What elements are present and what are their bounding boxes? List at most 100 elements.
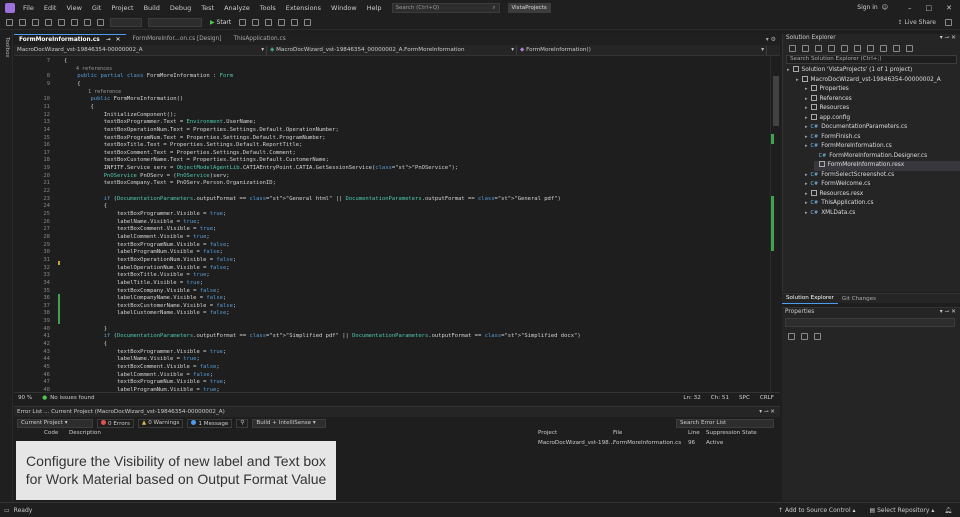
menu-item-debug[interactable]: Debug [170, 4, 191, 12]
expand-arrow-icon[interactable]: ▸ [805, 115, 808, 121]
tree-item[interactable]: C# FormMoreInformation.Designer.cs [814, 152, 928, 162]
collapse-all-icon[interactable] [880, 44, 887, 52]
code-line[interactable]: textBoxCustomerName.Visible = false; [64, 303, 764, 311]
code-line[interactable]: textBoxComment.Visible = false; [64, 364, 764, 372]
member-dropdown[interactable]: ◆ FormMoreInformation() ▾ [517, 45, 767, 55]
code-editor[interactable]: 7 8 9 10 11 12 13 14 15 16 17 18 19 20 21 22 23 24 25 26 27 2… [14, 56, 780, 392]
expand-arrow-icon[interactable]: ▸ [787, 67, 790, 73]
platform-dropdown[interactable] [148, 17, 202, 27]
expand-arrow-icon[interactable]: ▸ [796, 77, 799, 83]
toolbox-strip[interactable]: Toolbox [0, 31, 13, 501]
redo-icon[interactable] [97, 18, 104, 26]
expand-arrow-icon[interactable]: ▸ [805, 105, 808, 111]
code-line[interactable]: labelComment.Visible = false; [64, 372, 764, 380]
forward-icon[interactable] [19, 18, 26, 26]
sign-in-link[interactable]: Sign in [857, 4, 877, 11]
close-icon[interactable]: ✕ [946, 4, 952, 12]
tree-item[interactable]: ▸ Solution 'VistaProjects' (1 of 1 projec… [787, 66, 912, 76]
menu-item-file[interactable]: File [23, 4, 34, 12]
expand-arrow-icon[interactable] [814, 162, 816, 168]
whitespace-indicator[interactable]: SPC [739, 395, 750, 401]
bookmark-icon[interactable] [291, 18, 299, 26]
code-line[interactable]: textBoxProgrammer.Visible = true; [64, 211, 764, 219]
tab-formmoreinformation-design[interactable]: FormMoreInfor...on.cs [Design] [128, 34, 227, 45]
properties-icon[interactable] [906, 44, 913, 52]
code-line[interactable]: { [64, 81, 764, 89]
categorized-icon[interactable] [788, 333, 795, 340]
code-line[interactable]: labelOperationNum.Visible = false; [64, 265, 764, 273]
open-icon[interactable] [45, 18, 52, 26]
bookmark-next-icon[interactable] [304, 18, 312, 26]
search-input[interactable]: Search (Ctrl+Q) ⌕ [391, 2, 500, 13]
comment-icon[interactable] [265, 18, 273, 26]
add-to-source-control-button[interactable]: ↑ Add to Source Control ▴ [778, 507, 856, 514]
tree-item[interactable]: ▸ C# FormWelcome.cs [805, 180, 870, 190]
code-line[interactable]: textBoxProgrammer.Text = Environment.Use… [64, 119, 764, 127]
code-line[interactable]: labelTitle.Visible = true; [64, 280, 764, 288]
account-icon[interactable]: ☺ [882, 4, 888, 11]
tree-item[interactable]: ▸ app.config [805, 113, 850, 124]
expand-arrow-icon[interactable]: ▸ [805, 134, 808, 140]
code-line[interactable]: labelCustomerName.Visible = false; [64, 310, 764, 318]
pending-changes-icon[interactable] [841, 44, 848, 52]
configuration-dropdown[interactable] [110, 17, 142, 27]
scope-dropdown[interactable]: Current Project ▾ [17, 419, 93, 428]
code-line[interactable]: textBoxProgramNum.Text = Properties.Sett… [64, 135, 764, 143]
code-line[interactable]: textBoxProgrammer.Visible = true; [64, 349, 764, 357]
menu-item-view[interactable]: View [66, 4, 81, 12]
tab-git-changes[interactable]: Git Changes [838, 294, 880, 304]
vertical-scrollbar[interactable] [770, 56, 780, 392]
code-line[interactable]: labelComment.Visible = true; [64, 234, 764, 242]
menu-item-git[interactable]: Git [92, 4, 101, 12]
tab-formmoreinformation-cs[interactable]: FormMoreInformation.cs ⊸ ✕ [14, 34, 126, 45]
messages-filter-button[interactable]: 1 Message [187, 419, 233, 428]
solution-search-input[interactable]: Search Solution Explorer (Ctrl+;) [786, 55, 957, 64]
menu-item-edit[interactable]: Edit [44, 4, 57, 12]
maximize-icon[interactable]: □ [926, 4, 933, 12]
line-indicator[interactable]: Ln: 32 [683, 395, 700, 401]
errors-filter-button[interactable]: 0 Errors [97, 419, 134, 428]
menu-item-window[interactable]: Window [331, 4, 357, 12]
column-file[interactable]: File [613, 430, 622, 436]
home-icon[interactable] [815, 44, 822, 52]
project-badge[interactable]: VistaProjects [507, 2, 551, 13]
tree-item[interactable]: ▸ C# DocumentationParameters.cs [805, 123, 907, 133]
column-line[interactable]: Line [688, 430, 700, 436]
code-line[interactable]: 4 references [64, 66, 764, 74]
property-pages-icon[interactable] [814, 333, 821, 340]
tab-list-icon[interactable]: ▾ ⚙ [766, 36, 776, 43]
pane-controls-icon[interactable]: ▾ ⊸ ✕ [940, 34, 956, 43]
code-line[interactable]: textBoxTitle.Visible = true; [64, 272, 764, 280]
tree-item[interactable]: FormMoreInformation.resx [814, 161, 960, 171]
expand-arrow-icon[interactable]: ▸ [805, 191, 808, 197]
code-line[interactable]: if (DocumentationParameters.outputFormat… [64, 333, 764, 341]
tree-item[interactable]: ▸ MacroDocWizard_vst-19846354-00000002_A [796, 75, 941, 86]
issues-status[interactable]: No issues found [50, 395, 94, 401]
tree-item[interactable]: ▸ Resources.resx [805, 189, 863, 200]
column-code[interactable]: Code [44, 430, 58, 436]
sync-icon[interactable] [854, 44, 861, 52]
code-line[interactable]: INFITF.Service serv = ObjectModelAgentLi… [64, 165, 764, 173]
new-project-icon[interactable] [32, 18, 39, 26]
undo-icon[interactable] [84, 18, 91, 26]
save-icon[interactable] [58, 18, 65, 26]
code-line[interactable]: textBoxCustomerName.Text = Properties.Se… [64, 157, 764, 165]
panel-controls-icon[interactable]: ▾ ⊸ ✕ [759, 407, 775, 417]
build-filter-dropdown[interactable]: Build + IntelliSense ▾ [252, 419, 327, 428]
code-line[interactable]: { [64, 104, 764, 112]
menu-item-tools[interactable]: Tools [260, 4, 276, 12]
expand-arrow-icon[interactable]: ▸ [805, 86, 808, 92]
code-line[interactable]: { [64, 203, 764, 211]
minimize-icon[interactable]: – [908, 4, 912, 12]
code-line[interactable]: textBoxProgramNum.Visible = true; [64, 379, 764, 387]
back-icon[interactable] [6, 18, 13, 26]
code-line[interactable]: InitializeComponent(); [64, 112, 764, 120]
attach-icon[interactable] [239, 18, 247, 26]
column-suppression[interactable]: Suppression State [706, 430, 757, 436]
code-line[interactable]: labelName.Visible = true; [64, 356, 764, 364]
expand-arrow-icon[interactable] [814, 153, 816, 159]
code-line[interactable]: public partial class FormMoreInformation… [64, 73, 764, 81]
code-line[interactable]: textBoxComment.Visible = true; [64, 226, 764, 234]
pin-icon[interactable]: ⊸ [106, 37, 111, 43]
tree-item[interactable]: ▸ C# FormMoreInformation.cs [805, 142, 892, 152]
